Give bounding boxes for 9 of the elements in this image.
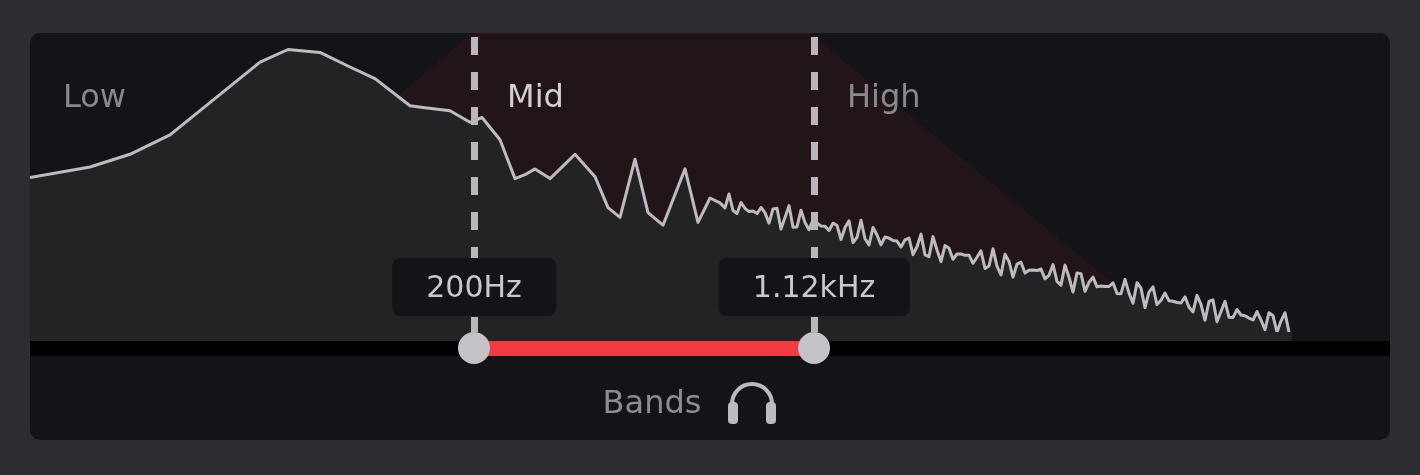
frequency-label: 1.12kHz	[718, 258, 910, 316]
band-label[interactable]: Low	[63, 77, 126, 115]
band-label[interactable]: High	[847, 77, 921, 115]
band-label[interactable]: Mid	[507, 77, 564, 115]
bands-label: Bands	[602, 383, 702, 421]
slider-thumb[interactable]	[458, 332, 491, 364]
headphones-icon[interactable]	[727, 380, 778, 424]
frequency-label: 200Hz	[392, 258, 556, 316]
slider-thumb[interactable]	[798, 332, 831, 364]
